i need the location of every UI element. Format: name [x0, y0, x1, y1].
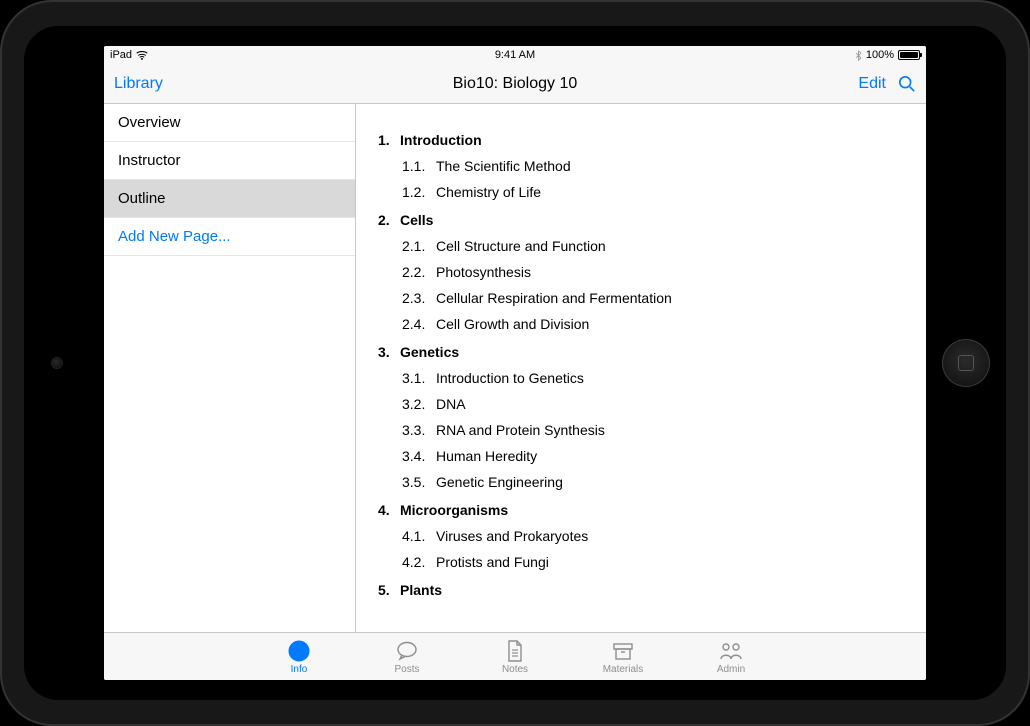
outline-subitem-number: 3.5.: [402, 474, 436, 490]
outline-subitem-title: Protists and Fungi: [436, 554, 549, 570]
tab-label: Materials: [603, 664, 644, 675]
outline-subitem-title: Introduction to Genetics: [436, 370, 584, 386]
outline-subitem-number: 1.1.: [402, 158, 436, 174]
outline-subitem[interactable]: 2.1.Cell Structure and Function: [402, 238, 904, 254]
outline-subitem-number: 3.4.: [402, 448, 436, 464]
tab-label: Admin: [717, 664, 745, 675]
outline-subitem-number: 3.2.: [402, 396, 436, 412]
tab-posts[interactable]: Posts: [377, 639, 437, 675]
clock: 9:41 AM: [495, 49, 535, 61]
screen: iPad 9:41 AM 100%: [104, 46, 926, 680]
outline-subitem-title: Chemistry of Life: [436, 184, 541, 200]
tab-bar: Info Posts Notes Materials Admin: [104, 632, 926, 680]
outline-section-title: Microorganisms: [400, 502, 508, 518]
sidebar-item-label: Outline: [118, 190, 166, 207]
comment-icon: [395, 639, 419, 663]
page-title: Bio10: Biology 10: [234, 75, 796, 93]
outline-subitem-number: 2.2.: [402, 264, 436, 280]
outline-subitem-title: The Scientific Method: [436, 158, 571, 174]
outline-section-title: Cells: [400, 212, 433, 228]
main-split: Overview Instructor Outline Add New Page...…: [104, 104, 926, 632]
tab-label: Notes: [502, 664, 528, 675]
outline-subitem[interactable]: 4.2.Protists and Fungi: [402, 554, 904, 570]
outline-subitem[interactable]: 2.4.Cell Growth and Division: [402, 316, 904, 332]
outline-subitem-number: 4.1.: [402, 528, 436, 544]
outline-subitem-number: 2.1.: [402, 238, 436, 254]
sidebar-item-add-new-page[interactable]: Add New Page...: [104, 218, 355, 256]
charging-icon: ⚡: [925, 46, 926, 56]
outline-subitem-title: Viruses and Prokaryotes: [436, 528, 588, 544]
outline-content[interactable]: 1.Introduction1.1.The Scientific Method1…: [356, 104, 926, 632]
outline-section-title: Genetics: [400, 344, 459, 360]
sidebar-item-label: Overview: [118, 114, 181, 131]
archive-icon: [611, 639, 635, 663]
outline-subitem-title: Genetic Engineering: [436, 474, 563, 490]
outline-section-number: 3.: [378, 344, 400, 360]
battery-percent: 100%: [866, 49, 894, 61]
outline-subitem-title: RNA and Protein Synthesis: [436, 422, 605, 438]
outline-subitem-number: 2.4.: [402, 316, 436, 332]
outline-subitem[interactable]: 2.2.Photosynthesis: [402, 264, 904, 280]
outline-subitem-number: 3.3.: [402, 422, 436, 438]
outline-section[interactable]: 1.Introduction: [378, 132, 904, 148]
edit-button[interactable]: Edit: [858, 75, 886, 93]
ipad-frame: iPad 9:41 AM 100%: [0, 0, 1030, 726]
sidebar-item-label: Instructor: [118, 152, 181, 169]
outline-subitem[interactable]: 1.1.The Scientific Method: [402, 158, 904, 174]
outline-subitem-number: 3.1.: [402, 370, 436, 386]
info-icon: [287, 639, 311, 663]
outline-section-title: Plants: [400, 582, 442, 598]
tab-materials[interactable]: Materials: [593, 639, 653, 675]
outline-subitem-number: 2.3.: [402, 290, 436, 306]
outline-section[interactable]: 4.Microorganisms: [378, 502, 904, 518]
outline-subitem-title: Photosynthesis: [436, 264, 531, 280]
outline-subitem-title: Cell Structure and Function: [436, 238, 606, 254]
ipad-bezel: iPad 9:41 AM 100%: [24, 26, 1006, 700]
device-label: iPad: [110, 49, 132, 61]
outline-subitem-number: 4.2.: [402, 554, 436, 570]
outline-section-number: 1.: [378, 132, 400, 148]
outline-section[interactable]: 5.Plants: [378, 582, 904, 598]
outline-subitem-number: 1.2.: [402, 184, 436, 200]
outline-section-title: Introduction: [400, 132, 482, 148]
outline-subitem[interactable]: 3.2.DNA: [402, 396, 904, 412]
tab-label: Info: [291, 664, 308, 675]
outline-subitem[interactable]: 3.3.RNA and Protein Synthesis: [402, 422, 904, 438]
document-icon: [503, 639, 527, 663]
outline-subitem-title: Cell Growth and Division: [436, 316, 589, 332]
outline-section-number: 5.: [378, 582, 400, 598]
sidebar-item-instructor[interactable]: Instructor: [104, 142, 355, 180]
outline-subitem-title: Human Heredity: [436, 448, 537, 464]
sidebar-item-label: Add New Page...: [118, 228, 231, 245]
outline-subitem[interactable]: 1.2.Chemistry of Life: [402, 184, 904, 200]
outline-subitem[interactable]: 4.1.Viruses and Prokaryotes: [402, 528, 904, 544]
outline-subitem-title: Cellular Respiration and Fermentation: [436, 290, 672, 306]
bluetooth-icon: [855, 50, 862, 61]
home-button[interactable]: [942, 339, 990, 387]
navigation-bar: Library Bio10: Biology 10 Edit: [104, 64, 926, 104]
outline-section-number: 4.: [378, 502, 400, 518]
outline-section[interactable]: 3.Genetics: [378, 344, 904, 360]
tab-label: Posts: [394, 664, 419, 675]
outline-subitem[interactable]: 3.4.Human Heredity: [402, 448, 904, 464]
sidebar-item-overview[interactable]: Overview: [104, 104, 355, 142]
camera-icon: [52, 358, 62, 368]
back-button[interactable]: Library: [114, 75, 163, 92]
outline-subitem-title: DNA: [436, 396, 466, 412]
outline-section[interactable]: 2.Cells: [378, 212, 904, 228]
outline-subitem[interactable]: 2.3.Cellular Respiration and Fermentatio…: [402, 290, 904, 306]
battery-icon: [898, 50, 920, 60]
search-icon[interactable]: [898, 75, 916, 93]
tab-admin[interactable]: Admin: [701, 639, 761, 675]
outline-section-number: 2.: [378, 212, 400, 228]
outline-subitem[interactable]: 3.1.Introduction to Genetics: [402, 370, 904, 386]
people-icon: [719, 639, 743, 663]
sidebar: Overview Instructor Outline Add New Page...: [104, 104, 356, 632]
sidebar-item-outline[interactable]: Outline: [104, 180, 355, 218]
wifi-icon: [136, 51, 148, 60]
status-bar: iPad 9:41 AM 100%: [104, 46, 926, 64]
outline-subitem[interactable]: 3.5.Genetic Engineering: [402, 474, 904, 490]
tab-notes[interactable]: Notes: [485, 639, 545, 675]
tab-info[interactable]: Info: [269, 639, 329, 675]
